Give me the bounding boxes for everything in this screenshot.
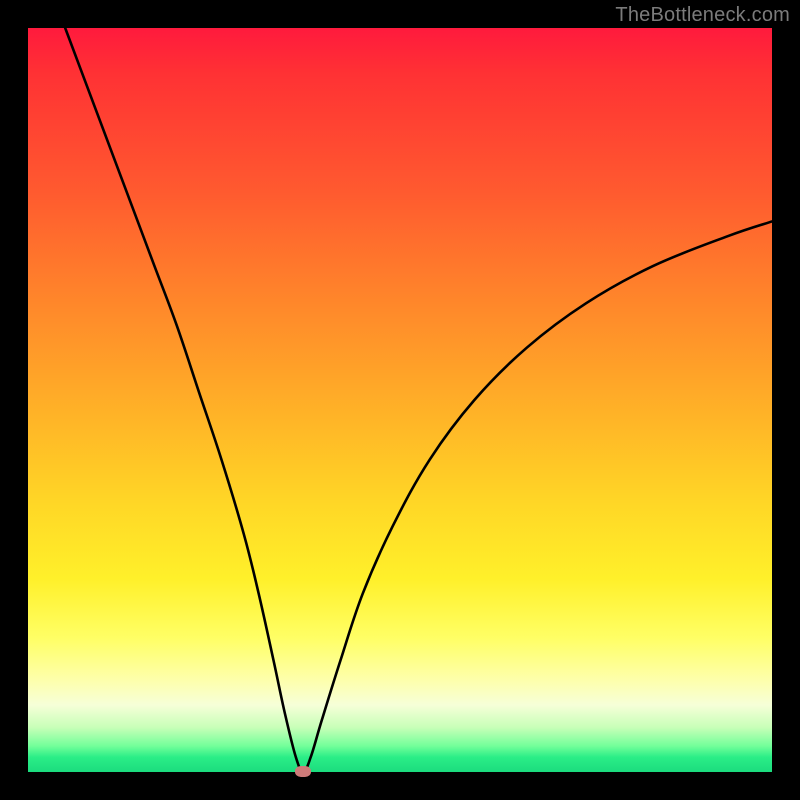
plot-area [28,28,772,772]
minimum-marker [295,766,311,777]
watermark-text: TheBottleneck.com [615,4,790,27]
chart-frame: TheBottleneck.com [0,0,800,800]
bottleneck-curve [28,28,772,772]
